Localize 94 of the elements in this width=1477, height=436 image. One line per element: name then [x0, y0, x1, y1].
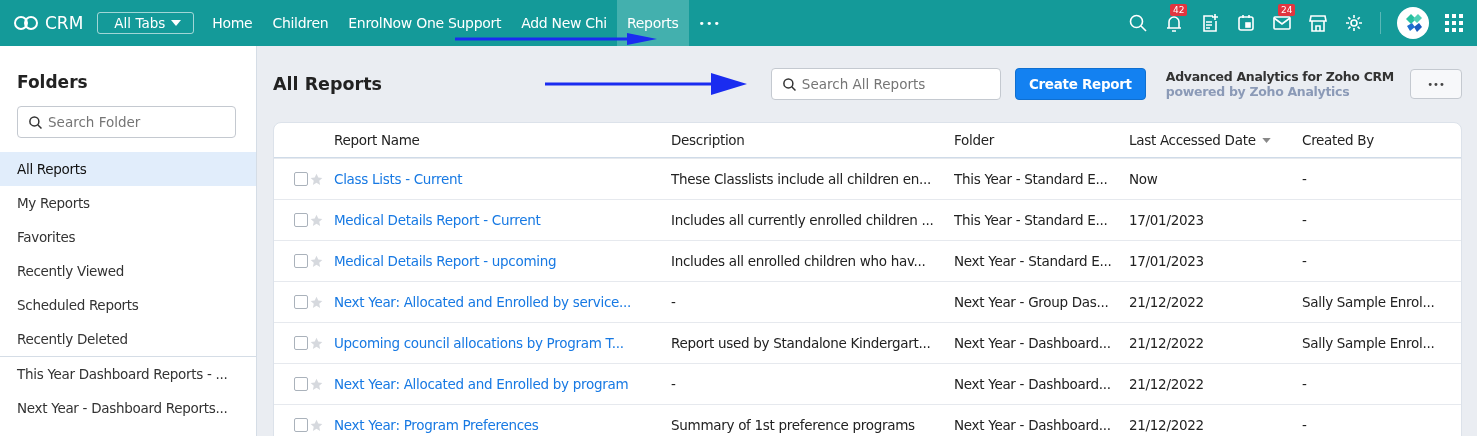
mail-badge: 24	[1278, 4, 1296, 16]
star-icon[interactable]	[310, 172, 323, 186]
nav-tab[interactable]: Home	[202, 0, 263, 46]
table-cell-text: Report used by Standalone Kindergart...	[671, 335, 932, 351]
column-header[interactable]: Last Accessed Date	[1129, 132, 1256, 148]
add-note-icon[interactable]	[1200, 13, 1220, 33]
table-cell-text: These Classlists include all children en...	[671, 171, 932, 187]
table-cell-text: Includes all enrolled children who hav...	[671, 253, 927, 269]
table-cell-text: -	[1302, 212, 1308, 228]
folder-item[interactable]: This Year Dashboard Reports - ...	[0, 357, 256, 391]
star-icon[interactable]	[310, 377, 323, 391]
row-checkbox[interactable]	[294, 213, 308, 227]
report-link[interactable]: Upcoming council allocations by Program T...	[334, 335, 671, 351]
all-tabs-dropdown[interactable]: All Tabs	[97, 12, 195, 34]
folder-item[interactable]: Next Year - Dashboard Reports...	[0, 391, 256, 425]
table-cell-text: Next Year - Dashboard...	[954, 417, 1112, 433]
search-reports-field[interactable]: Search All Reports	[770, 68, 1001, 100]
sidebar-title: Folders	[16, 71, 89, 94]
page-title: All Reports	[273, 74, 382, 94]
star-icon[interactable]	[310, 295, 323, 309]
table-cell-text: -	[1302, 376, 1308, 392]
app-name: CRM	[45, 13, 84, 33]
row-checkbox[interactable]	[294, 254, 308, 268]
row-checkbox[interactable]	[294, 336, 308, 350]
star-icon[interactable]	[310, 213, 323, 227]
more-button[interactable]: •••	[1410, 69, 1462, 99]
calendar-icon[interactable]	[1236, 13, 1256, 33]
table-cell-text: 17/01/2023	[1129, 253, 1205, 269]
mail-icon[interactable]	[1272, 13, 1292, 33]
nav-tab[interactable]: Add New Chi	[511, 0, 617, 46]
table-cell-text: Now	[1129, 171, 1159, 187]
search-icon[interactable]	[1128, 13, 1148, 33]
search-icon	[781, 77, 797, 92]
nav-tab[interactable]: EnrolNow One Support	[338, 0, 512, 46]
table-cell-text: Next Year - Dashboard...	[954, 376, 1112, 392]
table-cell-text: 21/12/2022	[1129, 294, 1205, 310]
table-cell-text: Summary of 1st preference programs	[671, 417, 916, 433]
table-cell-text: Includes all currently enrolled children ...	[671, 212, 935, 228]
row-checkbox[interactable]	[294, 295, 308, 309]
store-icon[interactable]	[1308, 13, 1328, 33]
star-icon[interactable]	[310, 254, 323, 268]
table-cell-text: Next Year - Group Das...	[954, 294, 1110, 310]
sidebar-item[interactable]: My Reports	[0, 186, 256, 220]
sidebar-item[interactable]: Recently Deleted	[0, 322, 256, 356]
table-cell-text: -	[671, 376, 677, 392]
row-checkbox[interactable]	[294, 172, 308, 186]
table-cell-text: -	[1302, 171, 1308, 187]
table-cell-text: 21/12/2022	[1129, 417, 1205, 433]
settings-icon[interactable]	[1344, 13, 1364, 33]
table-cell-text: Next Year - Dashboard...	[954, 335, 1112, 351]
nav-tab[interactable]: Children	[262, 0, 339, 46]
sidebar-item[interactable]: Scheduled Reports	[0, 288, 256, 322]
row-checkbox[interactable]	[294, 418, 308, 432]
report-link[interactable]: Class Lists - Current	[334, 171, 671, 187]
column-header[interactable]: Created By	[1302, 132, 1461, 148]
search-icon	[28, 115, 43, 130]
star-icon[interactable]	[310, 418, 323, 432]
row-checkbox[interactable]	[294, 377, 308, 391]
column-header[interactable]: Description	[671, 132, 954, 148]
bell-icon[interactable]	[1164, 13, 1184, 33]
report-link[interactable]: Medical Details Report - upcoming	[334, 253, 671, 269]
logo-icon	[13, 15, 39, 31]
promo-title: Advanced Analytics for Zoho CRM	[1165, 69, 1394, 84]
report-link[interactable]: Next Year: Program Preferences	[334, 417, 671, 433]
star-icon[interactable]	[310, 336, 323, 350]
report-link[interactable]: Next Year: Allocated and Enrolled by service...	[334, 294, 671, 310]
table-cell-text: This Year - Standard E...	[954, 171, 1109, 187]
table-cell-text: 21/12/2022	[1129, 335, 1205, 351]
table-cell-text: 21/12/2022	[1129, 376, 1205, 392]
apps-grid-icon[interactable]	[1445, 14, 1463, 32]
notification-badge: 42	[1170, 4, 1188, 16]
report-link[interactable]: Medical Details Report - Current	[334, 212, 671, 228]
table-cell-text: -	[1302, 253, 1308, 269]
table-cell-text: Sally Sample Enrol...	[1302, 294, 1436, 310]
avatar[interactable]	[1397, 7, 1429, 39]
sidebar-item[interactable]: Favorites	[0, 220, 256, 254]
sidebar-item[interactable]: All Reports	[0, 152, 256, 186]
table-cell-text: -	[671, 294, 677, 310]
promo-subtitle: powered by Zoho Analytics	[1165, 84, 1351, 99]
table-cell-text: Next Year - Standard E...	[954, 253, 1113, 269]
sort-caret-icon[interactable]	[1261, 137, 1271, 143]
table-cell-text: This Year - Standard E...	[954, 212, 1109, 228]
table-cell-text: Sally Sample Enrol...	[1302, 335, 1436, 351]
column-header[interactable]: Report Name	[334, 132, 671, 148]
sidebar-item[interactable]: Recently Viewed	[0, 254, 256, 288]
caret-icon	[171, 20, 182, 26]
search-folder-field[interactable]: Search Folder	[17, 106, 236, 138]
nav-tab[interactable]: Reports	[616, 0, 689, 46]
column-header[interactable]: Folder	[954, 132, 1129, 148]
table-cell-text: 17/01/2023	[1129, 212, 1205, 228]
report-link[interactable]: Next Year: Allocated and Enrolled by program	[334, 376, 671, 392]
more-tabs-button[interactable]: •••	[688, 0, 732, 46]
create-report-button[interactable]: Create Report	[1014, 68, 1146, 100]
table-cell-text: -	[1302, 417, 1308, 433]
